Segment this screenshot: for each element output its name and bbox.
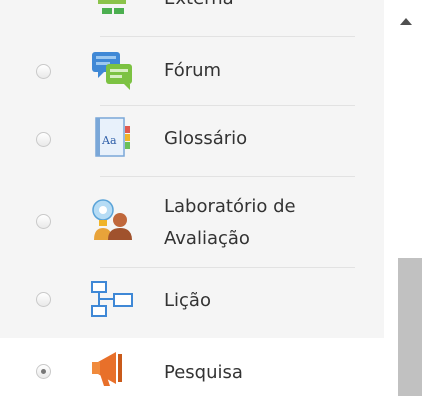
scrollbar[interactable]: [384, 0, 440, 396]
radio-survey[interactable]: [36, 364, 51, 379]
scroll-up-icon[interactable]: [400, 18, 412, 25]
glossary-icon: Aa: [95, 117, 130, 157]
list-item-workshop[interactable]: Laboratório de Avaliação: [0, 178, 384, 266]
list-item-lesson[interactable]: Lição: [0, 270, 384, 336]
list-item-forum[interactable]: Fórum: [0, 40, 384, 104]
activity-list: Externa Fórum Aa Glossário: [0, 0, 384, 396]
radio-forum[interactable]: [36, 64, 51, 79]
workshop-icon: [92, 199, 132, 240]
radio-lesson[interactable]: [36, 292, 51, 307]
divider: [100, 176, 355, 177]
list-item-label-line2: Avaliação: [164, 228, 250, 249]
radio-workshop[interactable]: [36, 214, 51, 229]
external-tool-icon: [98, 0, 126, 14]
list-item-label: Lição: [164, 290, 211, 311]
divider: [100, 267, 355, 268]
list-item-label: Glossário: [164, 128, 248, 149]
divider: [100, 36, 355, 37]
scroll-thumb[interactable]: [398, 258, 422, 396]
list-item-survey[interactable]: Pesquisa: [0, 338, 384, 396]
list-item-external-tool[interactable]: Externa: [0, 0, 384, 30]
survey-icon: [92, 352, 122, 386]
lesson-icon: [91, 281, 133, 317]
list-item-glossary[interactable]: Aa Glossário: [0, 108, 384, 174]
radio-glossary[interactable]: [36, 132, 51, 147]
divider: [100, 105, 355, 106]
list-item-label: Fórum: [164, 60, 222, 81]
list-item-label: Pesquisa: [164, 362, 243, 383]
svg-text:Aa: Aa: [101, 134, 117, 147]
list-item-label-line1: Laboratório de: [164, 196, 296, 217]
forum-icon: [92, 52, 132, 90]
list-item-label: Externa: [164, 0, 234, 14]
